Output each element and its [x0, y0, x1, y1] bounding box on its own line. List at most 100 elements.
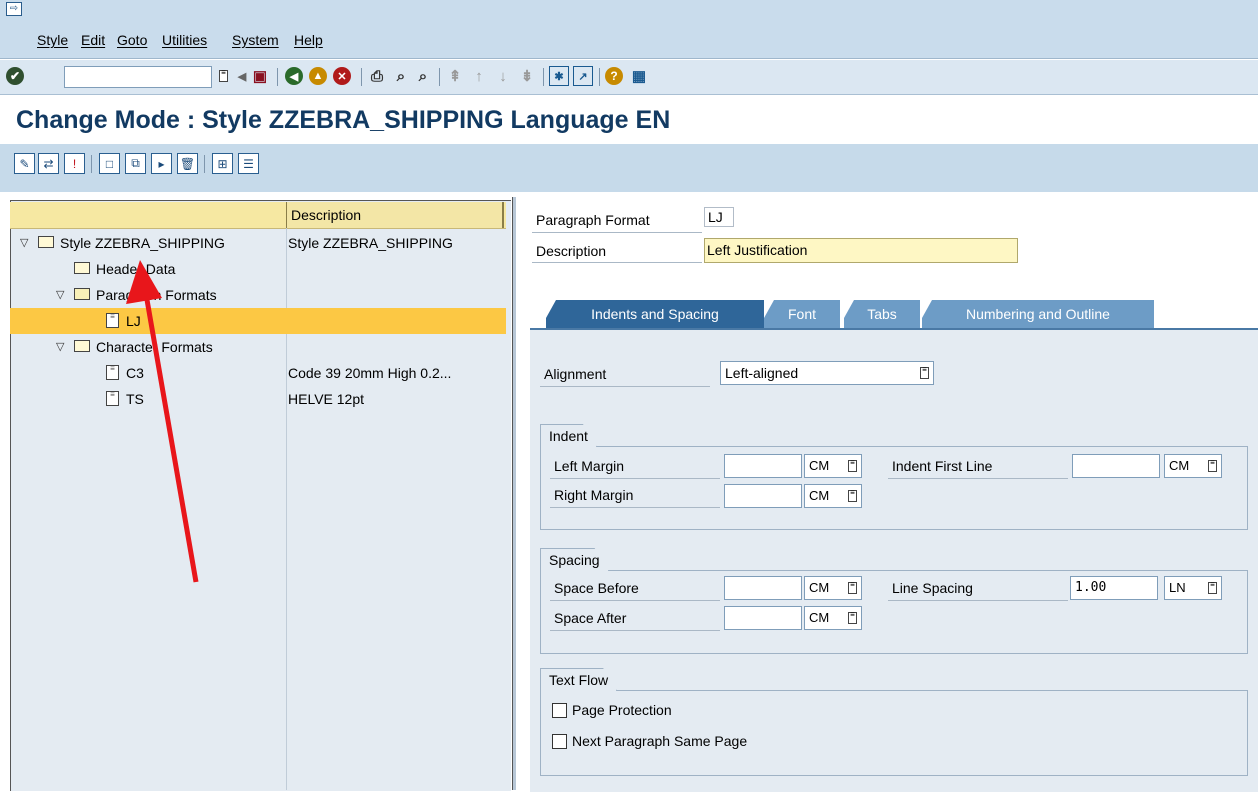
tree-row-c3[interactable]: ≡ C3 Code 39 20mm High 0.2... — [10, 360, 506, 386]
format-icon: ≡ — [106, 365, 119, 380]
dropdown-icon[interactable]: ≡ — [848, 581, 857, 594]
copy-icon[interactable]: ⧉ — [125, 153, 146, 174]
tree-row-paragraph-formats[interactable]: ▽ Paragraph Formats — [10, 282, 506, 308]
rename-icon[interactable]: ▸ — [151, 153, 172, 174]
tree-row-ts[interactable]: ≡ TS HELVE 12pt — [10, 386, 506, 412]
command-field[interactable] — [64, 66, 212, 88]
exit-icon[interactable]: ▲ — [309, 67, 327, 85]
menu-edit[interactable]: Edit — [81, 32, 105, 48]
unit-value: CM — [809, 610, 830, 625]
find-icon[interactable]: ⌕ — [391, 66, 411, 86]
next-paragraph-same-page-label: Next Paragraph Same Page — [572, 733, 748, 749]
unit-value: LN — [1169, 580, 1186, 595]
tree-row-style[interactable]: ▽ Style ZZEBRA_SHIPPING Style ZZEBRA_SHI… — [10, 230, 506, 256]
previous-page-icon[interactable]: ↑ — [469, 66, 489, 86]
menu-help[interactable]: Help — [294, 32, 323, 48]
alignment-value: Left-aligned — [725, 365, 799, 381]
application-toolbar: ✎ ⇄ ! □ ⧉ ▸ 🗑 ⊞ ☰ — [0, 144, 1258, 192]
tree-node-description: HELVE 12pt — [288, 391, 365, 407]
collapse-icon[interactable]: ◀ — [232, 66, 252, 86]
page-protection-label: Page Protection — [572, 702, 672, 718]
dropdown-icon[interactable]: ≡ — [1208, 581, 1217, 594]
find-next-icon[interactable]: ⌕ — [413, 66, 433, 86]
delete-icon[interactable]: 🗑 — [177, 153, 198, 174]
dropdown-icon[interactable]: ≡ — [848, 459, 857, 472]
left-margin-unit[interactable]: CM ≡ — [804, 454, 862, 478]
shortcut-icon[interactable]: ↗ — [573, 66, 593, 86]
space-before-unit[interactable]: CM ≡ — [804, 576, 862, 600]
description-input[interactable]: Left Justification — [704, 238, 1018, 263]
red-annotation-arrow — [126, 260, 199, 583]
indent-first-line-input[interactable] — [1072, 454, 1160, 478]
system-menu-icon[interactable]: ⇨ — [6, 2, 22, 16]
dropdown-icon[interactable]: ≡ — [848, 611, 857, 624]
left-margin-label: Left Margin — [554, 458, 625, 474]
collapse-node-icon[interactable]: ▽ — [20, 230, 28, 256]
space-before-input[interactable] — [724, 576, 802, 600]
tree-row-character-formats[interactable]: ▽ Character Formats — [10, 334, 506, 360]
unit-value: CM — [809, 458, 830, 473]
menu-utilities[interactable]: Utilities — [162, 32, 207, 48]
unit-value: CM — [809, 580, 830, 595]
indent-first-line-unit[interactable]: CM ≡ — [1164, 454, 1222, 478]
first-page-icon[interactable]: ⇞ — [445, 66, 465, 86]
tree-row-lj[interactable]: ≡ LJ — [10, 308, 506, 334]
left-margin-input[interactable] — [724, 454, 802, 478]
page-protection-checkbox[interactable] — [552, 703, 567, 718]
label-underline — [532, 262, 702, 263]
layout-menu-icon[interactable]: ▦ — [629, 66, 649, 86]
dropdown-icon[interactable]: ≡ — [1208, 459, 1217, 472]
tab-indents-and-spacing[interactable]: Indents and Spacing — [546, 300, 764, 328]
check-icon[interactable]: ! — [64, 153, 85, 174]
collapse-node-icon[interactable]: ▽ — [56, 334, 64, 360]
command-history-icon[interactable]: ≡ — [216, 69, 228, 83]
open-folder-icon — [74, 288, 90, 300]
right-margin-input[interactable] — [724, 484, 802, 508]
dropdown-icon[interactable]: ≡ — [920, 366, 929, 379]
page-title: Change Mode : Style ZZEBRA_SHIPPING Lang… — [16, 106, 671, 134]
splitter[interactable] — [512, 197, 516, 790]
tree-row-header-data[interactable]: Header Data — [10, 256, 506, 282]
last-page-icon[interactable]: ⇟ — [517, 66, 537, 86]
other-style-icon[interactable]: ⇄ — [38, 153, 59, 174]
space-before-label: Space Before — [554, 580, 639, 596]
standard-toolbar: ✔ ≡ ◀ ▣ ◀ ▲ ✕ ⎙ ⌕ ⌕ ⇞ ↑ ↓ ⇟ ✱ ↗ ? ▦ — [0, 60, 1258, 95]
expand-icon[interactable]: ⊞ — [212, 153, 233, 174]
label-underline — [550, 507, 720, 508]
tree-header-description[interactable]: Description — [286, 202, 504, 228]
tab-numbering-and-outline[interactable]: Numbering and Outline — [922, 300, 1154, 328]
menu-bar: ⇨ Style Edit Goto Utilities System Help — [0, 0, 1258, 59]
space-after-input[interactable] — [724, 606, 802, 630]
line-spacing-label: Line Spacing — [892, 580, 973, 596]
next-paragraph-same-page-checkbox[interactable] — [552, 734, 567, 749]
collapse-tree-icon[interactable]: ☰ — [238, 153, 259, 174]
label-underline — [550, 630, 720, 631]
display-change-icon[interactable]: ✎ — [14, 153, 35, 174]
line-spacing-unit[interactable]: LN ≡ — [1164, 576, 1222, 600]
create-session-icon[interactable]: ✱ — [549, 66, 569, 86]
collapse-node-icon[interactable]: ▽ — [56, 282, 64, 308]
space-after-unit[interactable]: CM ≡ — [804, 606, 862, 630]
enter-icon[interactable]: ✔ — [6, 67, 24, 85]
folder-icon — [74, 340, 90, 352]
folder-icon — [74, 262, 90, 274]
dropdown-icon[interactable]: ≡ — [848, 489, 857, 502]
menu-system[interactable]: System — [232, 32, 279, 48]
tree-node-description: Style ZZEBRA_SHIPPING — [288, 235, 453, 251]
menu-style[interactable]: Style — [37, 32, 68, 48]
label-underline — [532, 232, 702, 233]
cancel-icon[interactable]: ✕ — [333, 67, 351, 85]
alignment-select[interactable]: Left-aligned ≡ — [720, 361, 934, 385]
line-spacing-input[interactable]: 1.00 — [1070, 576, 1158, 600]
create-icon[interactable]: □ — [99, 153, 120, 174]
tab-tabs[interactable]: Tabs — [844, 300, 920, 328]
back-icon[interactable]: ◀ — [285, 67, 303, 85]
right-margin-unit[interactable]: CM ≡ — [804, 484, 862, 508]
save-icon[interactable]: ▣ — [250, 66, 270, 86]
tab-font[interactable]: Font — [764, 300, 840, 328]
tree-header: Description — [10, 202, 506, 229]
print-icon[interactable]: ⎙ — [367, 66, 387, 86]
menu-goto[interactable]: Goto — [117, 32, 147, 48]
next-page-icon[interactable]: ↓ — [493, 66, 513, 86]
help-icon[interactable]: ? — [605, 67, 623, 85]
